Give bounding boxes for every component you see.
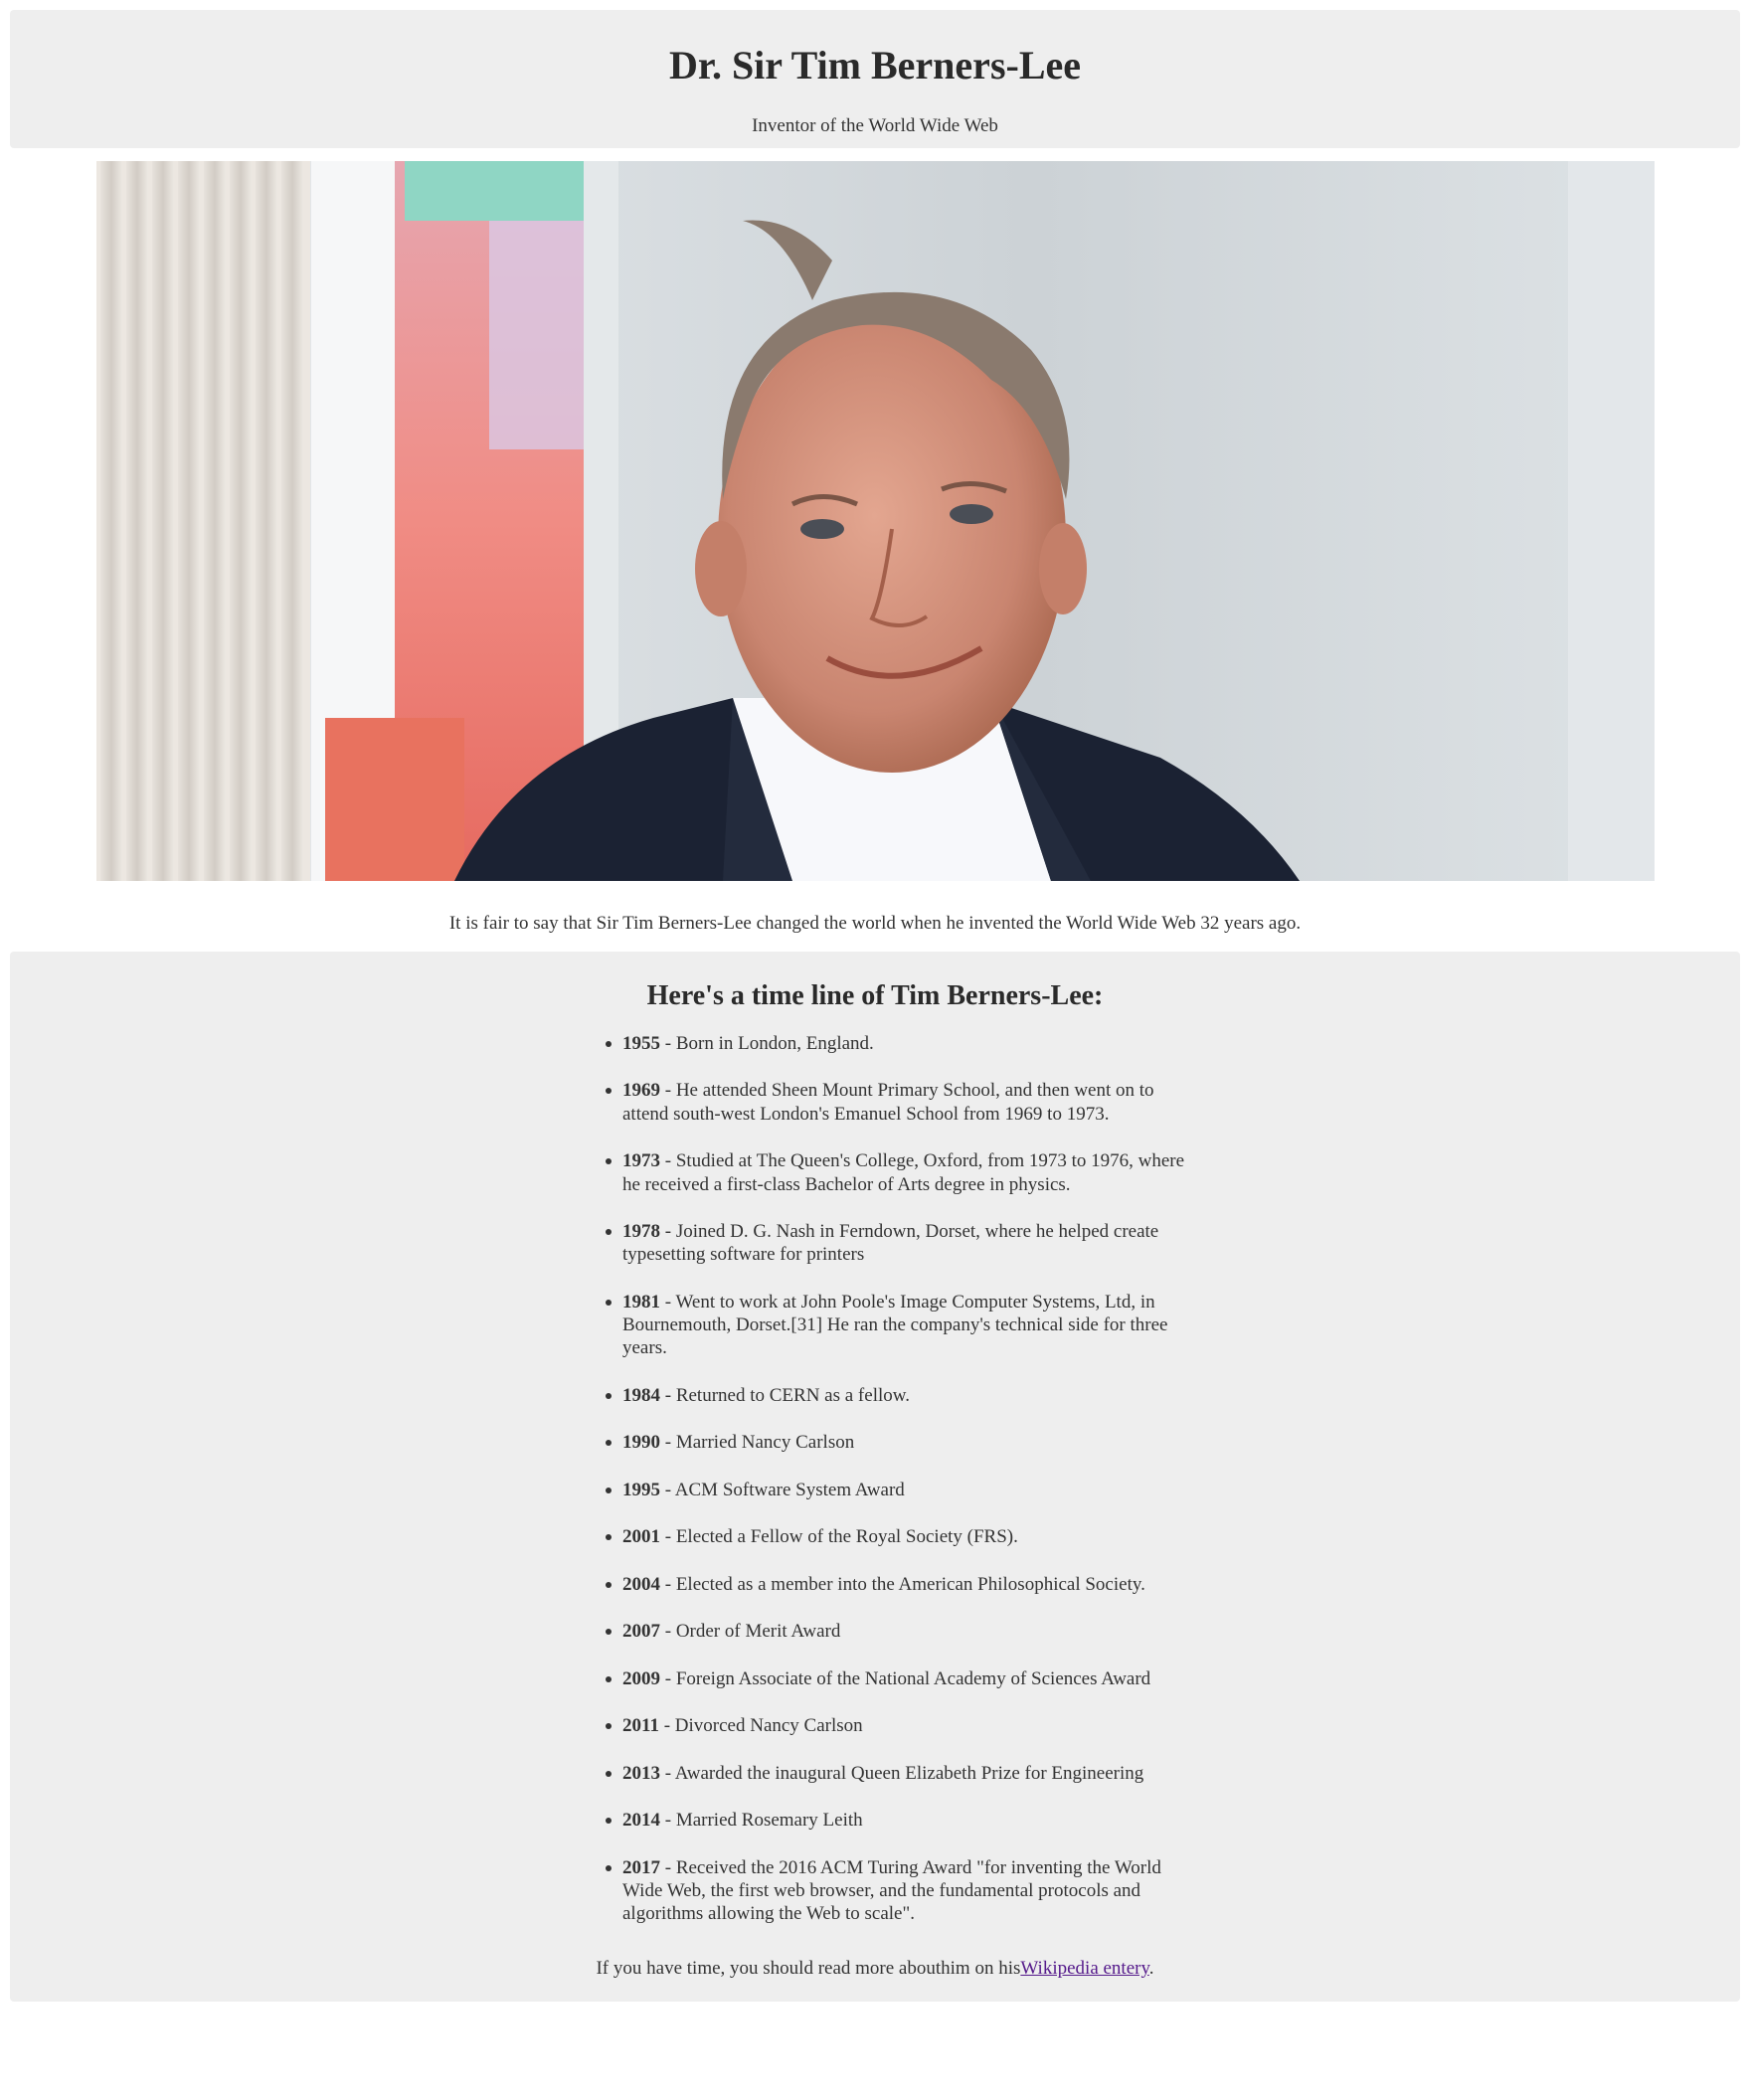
page: Dr. Sir Tim Berners-Lee Inventor of the …	[0, 0, 1750, 2100]
timeline-year: 2001	[622, 1526, 660, 1548]
timeline-year: 2017	[622, 1856, 660, 1878]
timeline-text: - Studied at The Queen's College, Oxford…	[622, 1150, 1185, 1195]
timeline-item: 2013 - Awarded the inaugural Queen Eliza…	[606, 1762, 1194, 1785]
timeline-year: 2011	[622, 1715, 659, 1737]
timeline-item: 1973 - Studied at The Queen's College, O…	[606, 1149, 1194, 1196]
timeline-year: 1984	[622, 1384, 660, 1406]
timeline-text: - He attended Sheen Mount Primary School…	[622, 1080, 1154, 1125]
timeline-year: 1955	[622, 1033, 660, 1054]
timeline-item: 1990 - Married Nancy Carlson	[606, 1431, 1194, 1454]
timeline-item: 1981 - Went to work at John Poole's Imag…	[606, 1291, 1194, 1360]
wikipedia-link[interactable]: Wikipedia entery	[1020, 1958, 1148, 1979]
timeline-text: - Awarded the inaugural Queen Elizabeth …	[660, 1762, 1144, 1784]
timeline-year: 1978	[622, 1221, 660, 1243]
intro-text: It is fair to say that Sir Tim Berners-L…	[448, 913, 1302, 934]
timeline-text: - Foreign Associate of the National Acad…	[660, 1667, 1151, 1689]
footer-suffix: .	[1148, 1958, 1154, 1979]
timeline-year: 1969	[622, 1080, 660, 1102]
timeline-item: 2004 - Elected as a member into the Amer…	[606, 1573, 1194, 1596]
timeline-item: 2001 - Elected a Fellow of the Royal Soc…	[606, 1525, 1194, 1548]
timeline-text: - Received the 2016 ACM Turing Award "fo…	[622, 1856, 1161, 1925]
timeline-item: 1978 - Joined D. G. Nash in Ferndown, Do…	[606, 1220, 1194, 1267]
timeline-item: 2017 - Received the 2016 ACM Turing Awar…	[606, 1856, 1194, 1926]
timeline-year: 2009	[622, 1667, 660, 1689]
header-panel: Dr. Sir Tim Berners-Lee Inventor of the …	[10, 10, 1740, 148]
portrait-image	[96, 161, 1655, 881]
timeline-year: 2007	[622, 1621, 660, 1643]
timeline-item: 2009 - Foreign Associate of the National…	[606, 1667, 1194, 1690]
timeline-heading: Here's a time line of Tim Berners-Lee:	[646, 980, 1104, 1011]
timeline-item: 1995 - ACM Software System Award	[606, 1479, 1194, 1501]
timeline-text: - Divorced Nancy Carlson	[658, 1715, 863, 1737]
timeline-item: 2011 - Divorced Nancy Carlson	[606, 1714, 1194, 1737]
timeline-text: - Order of Merit Award	[660, 1621, 841, 1643]
timeline-item: 2014 - Married Rosemary Leith	[606, 1809, 1194, 1832]
timeline-text: - Returned to CERN as a fellow.	[660, 1384, 910, 1406]
timeline-item: 2007 - Order of Merit Award	[606, 1620, 1194, 1643]
timeline-year: 2013	[622, 1762, 660, 1784]
timeline-year: 1981	[622, 1291, 660, 1312]
timeline-year: 2004	[622, 1573, 660, 1595]
timeline-year: 1973	[622, 1150, 660, 1172]
page-title: Dr. Sir Tim Berners-Lee	[668, 43, 1082, 88]
timeline-text: - Joined D. G. Nash in Ferndown, Dorset,…	[622, 1221, 1159, 1266]
timeline-item: 1969 - He attended Sheen Mount Primary S…	[606, 1079, 1194, 1126]
timeline-year: 1990	[622, 1432, 660, 1454]
timeline-item: 1955 - Born in London, England.	[606, 1032, 1194, 1055]
timeline-text: - Born in London, England.	[660, 1033, 874, 1054]
page-subtitle: Inventor of the World Wide Web	[752, 115, 998, 136]
timeline-year: 1995	[622, 1479, 660, 1500]
timeline-text: - Married Rosemary Leith	[660, 1810, 863, 1832]
timeline-text: - Went to work at John Poole's Image Com…	[622, 1291, 1168, 1359]
timeline-panel: Here's a time line of Tim Berners-Lee: 1…	[10, 952, 1740, 2002]
timeline-item: 1984 - Returned to CERN as a fellow.	[606, 1384, 1194, 1407]
timeline-text: - Elected as a member into the American …	[660, 1573, 1145, 1595]
footer-note: If you have time, you should read more a…	[10, 1956, 1740, 1982]
timeline-year: 2014	[622, 1810, 660, 1832]
timeline-text: - Married Nancy Carlson	[660, 1432, 855, 1454]
footer-prefix: If you have time, you should read more a…	[596, 1958, 1021, 1979]
timeline-text: - Elected a Fellow of the Royal Society …	[660, 1526, 1018, 1548]
timeline-list: 1955 - Born in London, England. 1969 - H…	[606, 1032, 1194, 1950]
timeline-text: - ACM Software System Award	[660, 1479, 905, 1500]
